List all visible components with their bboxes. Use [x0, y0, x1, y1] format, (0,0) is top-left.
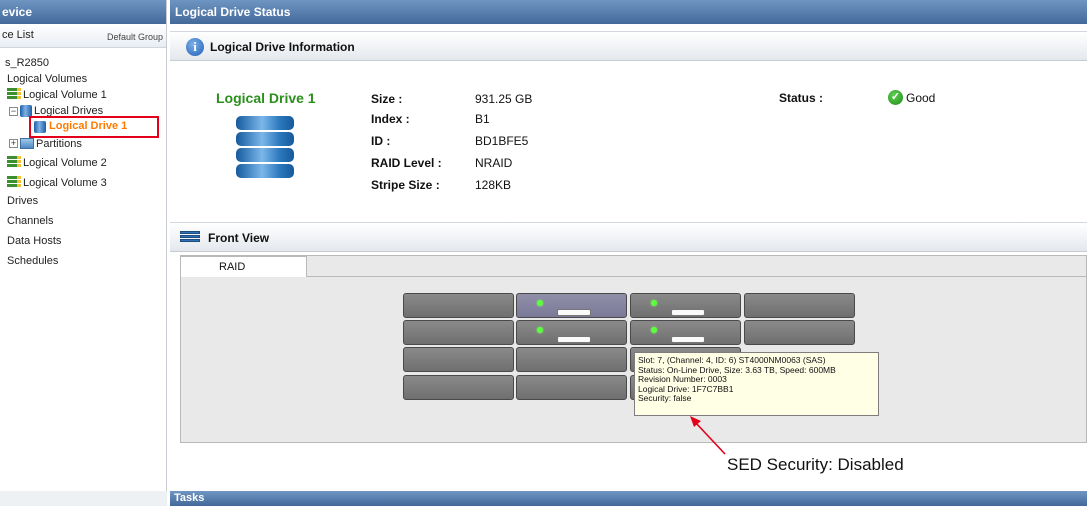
tree-item-partitions[interactable]: Partitions: [36, 136, 82, 152]
tree-item-device[interactable]: s_R2850: [5, 55, 49, 71]
front-view-title: Front View: [208, 231, 270, 245]
check-icon: ✓: [888, 90, 903, 105]
logical-drive-icon: [236, 116, 300, 182]
size-label: Size :: [371, 92, 403, 106]
index-value: B1: [475, 112, 490, 126]
logical-drive-icon: [34, 121, 46, 133]
logical-volume-icon: [7, 88, 21, 101]
logical-volume-icon: [7, 176, 21, 189]
status-label: Status :: [779, 91, 824, 105]
device-panel-header: evice: [0, 0, 166, 24]
front-view-header: Front View: [170, 222, 1087, 252]
tab-raid[interactable]: RAID: [180, 256, 307, 277]
tree-item-logical-drive-1-label: Logical Drive 1: [49, 120, 128, 132]
status-value: Good: [906, 91, 936, 105]
logical-drive-info-header: i Logical Drive Information: [170, 31, 1087, 61]
tooltip-security-line: Security: false: [638, 393, 692, 404]
info-icon: i: [186, 38, 204, 56]
id-label: ID :: [371, 134, 391, 148]
sed-security-annotation: SED Security: Disabled: [727, 455, 904, 474]
tree-item-logical-volume-2[interactable]: Logical Volume 2: [23, 155, 107, 171]
drive-handle: [671, 336, 705, 343]
index-label: Index :: [371, 112, 410, 126]
raid-level-value: NRAID: [475, 156, 513, 170]
default-group-link[interactable]: Default Group: [107, 32, 163, 42]
stripe-size-value: 128KB: [475, 178, 512, 192]
device-list-title: ce List: [2, 29, 34, 41]
partitions-icon: [20, 138, 34, 149]
logical-drive-status-header: Logical Drive Status: [170, 0, 1087, 24]
drive-slot[interactable]: [516, 375, 627, 400]
tree-item-schedules[interactable]: Schedules: [7, 253, 58, 269]
collapse-icon[interactable]: −: [9, 107, 18, 116]
tree-item-data-hosts[interactable]: Data Hosts: [7, 233, 61, 249]
tasks-header[interactable]: Tasks: [170, 491, 1087, 506]
drive-slot[interactable]: [744, 293, 855, 318]
status-led-icon: [651, 327, 657, 333]
drive-handle: [557, 336, 591, 343]
drive-slot[interactable]: [403, 347, 514, 372]
status-led-icon: [537, 300, 543, 306]
device-panel-footer: [0, 491, 167, 506]
drive-handle: [557, 309, 591, 316]
stripe-size-label: Stripe Size :: [371, 178, 440, 192]
size-value: 931.25 GB: [475, 92, 533, 106]
logical-drive-name: Logical Drive 1: [216, 90, 316, 106]
tree-item-channels[interactable]: Channels: [7, 213, 53, 229]
device-panel: evice ce List Default Group s_R2850 Logi…: [0, 0, 167, 506]
tree-item-logical-drive-1[interactable]: Logical Drive 1: [29, 116, 159, 138]
drive-slot[interactable]: [403, 375, 514, 400]
logical-drive-status-panel: Logical Drive Status i Logical Drive Inf…: [170, 0, 1087, 506]
drive-handle: [671, 309, 705, 316]
tree-item-logical-volumes[interactable]: Logical Volumes: [7, 71, 87, 87]
drive-slot[interactable]: [630, 293, 741, 318]
tree-item-logical-volume-1[interactable]: Logical Volume 1: [23, 87, 107, 103]
enclosure-icon: [180, 231, 200, 245]
status-led-icon: [537, 327, 543, 333]
raid-level-label: RAID Level :: [371, 156, 442, 170]
logical-drive-info-title: Logical Drive Information: [210, 40, 355, 54]
drive-slot[interactable]: [516, 320, 627, 345]
drive-slot[interactable]: [630, 320, 741, 345]
tree-item-drives[interactable]: Drives: [7, 193, 38, 209]
device-list-bar: ce List Default Group: [0, 24, 166, 48]
drive-slot[interactable]: [403, 293, 514, 318]
expand-icon[interactable]: +: [9, 139, 18, 148]
tree-item-logical-volume-3[interactable]: Logical Volume 3: [23, 175, 107, 191]
drive-slot[interactable]: [744, 320, 855, 345]
tab-raid-label: RAID: [219, 261, 246, 273]
id-value: BD1BFE5: [475, 134, 529, 148]
drive-tooltip: Slot: 7, (Channel: 4, ID: 6) ST4000NM006…: [634, 352, 879, 416]
drive-slot[interactable]: [516, 293, 627, 318]
drive-slot[interactable]: [516, 347, 627, 372]
status-led-icon: [651, 300, 657, 306]
drive-slot[interactable]: [403, 320, 514, 345]
logical-volume-icon: [7, 156, 21, 169]
